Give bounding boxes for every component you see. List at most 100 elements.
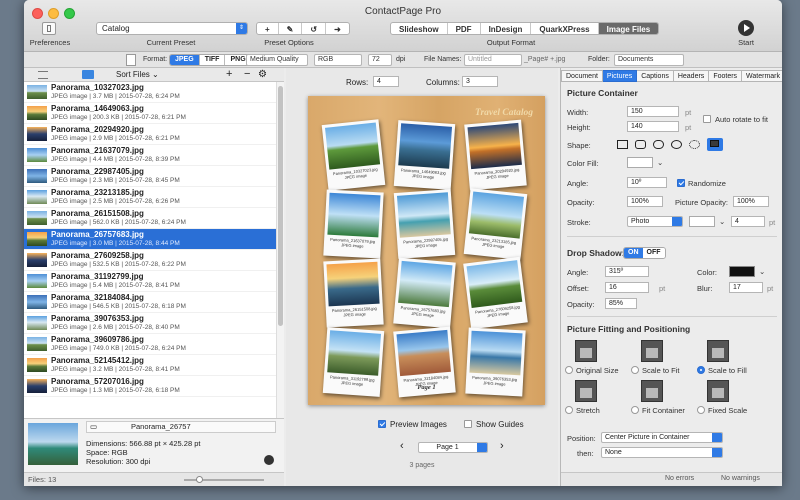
shape-oval[interactable] bbox=[671, 140, 682, 149]
edit-preset-button[interactable]: ✎ bbox=[279, 23, 303, 34]
previous-page-button[interactable]: ‹ bbox=[400, 440, 404, 452]
add-preset-button[interactable]: + bbox=[257, 23, 279, 34]
preferences-button[interactable] bbox=[42, 22, 56, 35]
format-jpeg-button[interactable]: JPEG bbox=[170, 55, 200, 65]
file-row[interactable]: Panorama_31192799.jpg JPEG image | 5.4 MB… bbox=[24, 271, 276, 292]
file-row[interactable]: Panorama_27609258.jpg JPEG image | 532.5 … bbox=[24, 250, 276, 271]
remove-files-button[interactable]: − bbox=[244, 68, 250, 80]
shape-rectangle[interactable] bbox=[617, 140, 628, 149]
dpi-input[interactable]: 72 bbox=[368, 54, 392, 66]
output-tab-pdf[interactable]: PDF bbox=[448, 23, 481, 34]
fit-fixed-scale-radio[interactable] bbox=[697, 406, 705, 414]
start-button[interactable] bbox=[738, 20, 754, 36]
output-tab-quarkxpress[interactable]: QuarkXPress bbox=[531, 23, 599, 34]
file-row[interactable]: Panorama_10327023.jpg JPEG image | 3.7 MB… bbox=[24, 82, 276, 103]
sort-files-button[interactable]: Sort Files ⌄ bbox=[116, 70, 159, 79]
next-page-button[interactable]: › bbox=[500, 440, 504, 452]
gear-icon[interactable]: ⚙ bbox=[258, 69, 267, 80]
file-row[interactable]: Panorama_39076353.jpg JPEG image | 2.6 MB… bbox=[24, 313, 276, 334]
show-guides-checkbox[interactable] bbox=[464, 420, 472, 428]
file-row[interactable]: Panorama_26757683.jpg JPEG image | 3.0 MB… bbox=[24, 229, 276, 250]
picture-opacity-input[interactable]: 100% bbox=[733, 196, 769, 207]
fit-original-size-radio[interactable] bbox=[565, 366, 573, 374]
fit-scale-to-fill-radio[interactable] bbox=[697, 366, 705, 374]
then-select[interactable]: None bbox=[601, 447, 723, 458]
file-row[interactable]: Panorama_20294920.jpg JPEG image | 2.9 MB… bbox=[24, 124, 276, 145]
page-select[interactable]: Page 1 bbox=[418, 442, 488, 453]
shape-rounded[interactable] bbox=[635, 140, 646, 149]
position-select[interactable]: Center Picture in Container bbox=[601, 432, 723, 443]
next-preset-button[interactable]: ➜ bbox=[326, 23, 349, 34]
revert-preset-button[interactable]: ↺ bbox=[302, 23, 327, 34]
fit-stretch-icon[interactable] bbox=[575, 380, 597, 402]
file-row[interactable]: Panorama_21637079.jpg JPEG image | 4.4 MB… bbox=[24, 145, 276, 166]
quality-select[interactable]: Medium Quality bbox=[246, 54, 308, 66]
chevron-down-icon[interactable]: ⌄ bbox=[719, 217, 725, 226]
file-names-input[interactable]: Untitled bbox=[464, 54, 522, 66]
rows-input[interactable]: 4 bbox=[373, 76, 399, 87]
file-row[interactable]: Panorama_26151508.jpg JPEG image | 562.0 … bbox=[24, 208, 276, 229]
shape-photo-frame[interactable] bbox=[707, 138, 723, 151]
auto-rotate-checkbox[interactable] bbox=[703, 115, 711, 123]
fit-stretch-radio[interactable] bbox=[565, 406, 573, 414]
format-tiff-button[interactable]: TIFF bbox=[200, 55, 226, 65]
slider-knob[interactable] bbox=[196, 476, 203, 483]
stroke-color-well[interactable] bbox=[689, 216, 715, 227]
stroke-width-input[interactable]: 4 bbox=[731, 216, 765, 227]
file-row[interactable]: Panorama_32184084.jpg JPEG image | 546.5 … bbox=[24, 292, 276, 313]
list-view-icon[interactable] bbox=[38, 71, 48, 79]
chevron-down-icon[interactable]: ⌄ bbox=[759, 267, 765, 276]
fit-fit-container-icon[interactable] bbox=[641, 380, 663, 402]
shadow-opacity-input[interactable]: 85% bbox=[605, 298, 637, 309]
height-input[interactable]: 140 bbox=[627, 121, 679, 132]
color-space-select[interactable]: RGB bbox=[314, 54, 362, 66]
opacity-input[interactable]: 100% bbox=[627, 196, 663, 207]
preset-select[interactable]: Catalog ⇕ bbox=[96, 22, 248, 35]
shadow-angle-input[interactable]: 315º bbox=[605, 266, 649, 277]
stroke-select[interactable]: Photo bbox=[627, 216, 683, 227]
shadow-color-well[interactable] bbox=[729, 266, 755, 277]
blur-input[interactable]: 17 bbox=[729, 282, 763, 293]
file-row[interactable]: Panorama_23213185.jpg JPEG image | 2.5 MB… bbox=[24, 187, 276, 208]
chevron-down-icon[interactable]: ⌄ bbox=[657, 158, 663, 167]
color-fill-well[interactable] bbox=[627, 157, 653, 168]
file-row[interactable]: Panorama_22987405.jpg JPEG image | 2.3 MB… bbox=[24, 166, 276, 187]
tab-footers[interactable]: Footers bbox=[709, 70, 743, 82]
path-bar[interactable]: ▭ Panorama_26757 bbox=[86, 421, 276, 433]
fit-fit-container-radio[interactable] bbox=[631, 406, 639, 414]
zoom-icon[interactable] bbox=[264, 455, 274, 465]
output-tab-indesign[interactable]: InDesign bbox=[481, 23, 532, 34]
tab-pictures[interactable]: Pictures bbox=[602, 70, 638, 82]
tab-headers[interactable]: Headers bbox=[673, 70, 710, 82]
folder-select[interactable]: Documents bbox=[614, 54, 684, 66]
angle-input[interactable]: 10º bbox=[627, 177, 667, 188]
columns-input[interactable]: 3 bbox=[462, 76, 498, 87]
thumbnail-size-slider[interactable] bbox=[184, 476, 264, 483]
output-tab-image-files[interactable]: Image Files bbox=[598, 23, 659, 34]
fit-scale-to-fit-radio[interactable] bbox=[631, 366, 639, 374]
tab-document[interactable]: Document bbox=[561, 70, 603, 82]
add-files-button[interactable]: + bbox=[226, 68, 232, 80]
file-row[interactable]: Panorama_57207016.jpg JPEG image | 1.3 MB… bbox=[24, 376, 276, 397]
output-tab-slideshow[interactable]: Slideshow bbox=[391, 23, 448, 34]
file-row[interactable]: Panorama_14649063.jpg JPEG image | 200.3 … bbox=[24, 103, 276, 124]
fit-scale-to-fit-icon[interactable] bbox=[641, 340, 663, 362]
preview-images-checkbox[interactable] bbox=[378, 420, 386, 428]
offset-input[interactable]: 16 bbox=[605, 282, 649, 293]
fit-original-size-icon[interactable] bbox=[575, 340, 597, 362]
tab-captions[interactable]: Captions bbox=[637, 70, 674, 82]
file-row[interactable]: Panorama_52145412.jpg JPEG image | 3.2 MB… bbox=[24, 355, 276, 376]
width-input[interactable]: 150 bbox=[627, 106, 679, 117]
file-row[interactable]: Panorama_39609786.jpg JPEG image | 749.0 … bbox=[24, 334, 276, 355]
shape-pill[interactable] bbox=[653, 140, 664, 149]
scrollbar-thumb[interactable] bbox=[278, 86, 283, 326]
file-list-scrollbar[interactable] bbox=[276, 82, 284, 418]
randomize-checkbox[interactable] bbox=[677, 179, 685, 187]
shadow-off-button[interactable]: OFF bbox=[642, 248, 665, 258]
fit-fixed-scale-icon[interactable] bbox=[707, 380, 729, 402]
folder-icon[interactable] bbox=[82, 70, 94, 79]
shape-scalloped[interactable] bbox=[689, 140, 700, 149]
fit-scale-to-fill-icon[interactable] bbox=[707, 340, 729, 362]
shadow-on-button[interactable]: ON bbox=[624, 248, 643, 258]
tab-watermark[interactable]: Watermark bbox=[742, 70, 782, 82]
